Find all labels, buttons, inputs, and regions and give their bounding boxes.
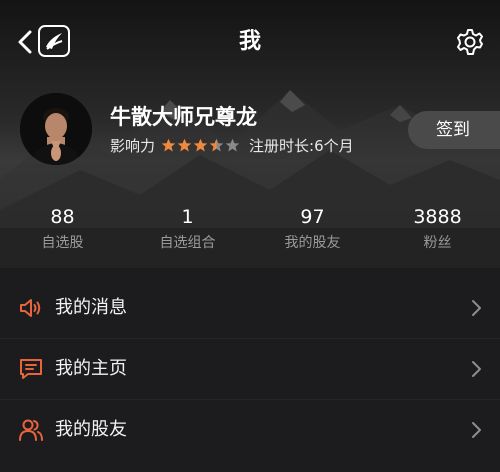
stat-label: 自选组合 <box>159 235 216 251</box>
message-icon <box>20 359 42 379</box>
back-button[interactable] <box>14 28 36 56</box>
menu-item-homepage[interactable]: 我的主页 <box>0 338 500 399</box>
menu-list: 我的消息 我的主页 我的股友 <box>0 278 500 460</box>
top-bar: 我 <box>0 0 500 84</box>
page-title: 我 <box>238 29 261 54</box>
settings-button[interactable] <box>455 27 485 57</box>
stat-followers[interactable]: 3888 粉丝 <box>375 205 500 257</box>
stat-value: 1 <box>181 206 194 228</box>
profile-meta: 影响力 注册时长:6个月 <box>110 134 354 156</box>
star-full-icon <box>177 138 192 151</box>
gear-icon <box>457 29 483 55</box>
back-arrow-icon <box>18 30 32 54</box>
chevron-right-icon <box>472 300 481 316</box>
stat-value: 97 <box>300 206 325 228</box>
avatar[interactable] <box>20 93 92 165</box>
stat-value: 88 <box>50 206 75 228</box>
chevron-right-icon <box>472 422 481 438</box>
menu-label: 我的主页 <box>55 358 127 379</box>
stat-label: 我的股友 <box>284 235 341 251</box>
app-logo-icon <box>46 33 63 50</box>
stat-watchlist-stocks[interactable]: 88 自选股 <box>0 205 125 257</box>
speaker-icon <box>20 299 41 317</box>
star-full-icon <box>193 138 208 151</box>
stat-label: 自选股 <box>41 235 84 251</box>
user-name: 牛散大师兄尊龙 <box>110 105 257 129</box>
stat-friends[interactable]: 97 我的股友 <box>250 205 375 257</box>
star-half-icon <box>209 138 224 151</box>
profile-header: 我 牛散大师兄尊龙 影响力 注册时长:6个月 签到 88 自选股 1 自选组合 … <box>0 0 500 268</box>
stat-watchlist-portfolios[interactable]: 1 自选组合 <box>125 205 250 257</box>
friends-icon <box>19 419 43 441</box>
influence-rating <box>161 138 241 153</box>
avatar-image <box>20 93 92 165</box>
stat-value: 3888 <box>413 206 462 228</box>
menu-label: 我的消息 <box>55 297 127 318</box>
app-logo-button[interactable] <box>38 25 70 57</box>
star-empty-icon <box>225 138 240 151</box>
checkin-button[interactable]: 签到 <box>408 111 500 149</box>
chevron-right-icon <box>472 361 481 377</box>
menu-item-friends[interactable]: 我的股友 <box>0 399 500 460</box>
stats-row: 88 自选股 1 自选组合 97 我的股友 3888 粉丝 <box>0 205 500 257</box>
influence-label: 影响力 <box>110 136 156 155</box>
registration-duration: 注册时长:6个月 <box>249 136 354 155</box>
stat-label: 粉丝 <box>423 235 452 251</box>
menu-item-messages[interactable]: 我的消息 <box>0 278 500 338</box>
menu-label: 我的股友 <box>55 419 127 440</box>
star-full-icon <box>161 138 176 151</box>
